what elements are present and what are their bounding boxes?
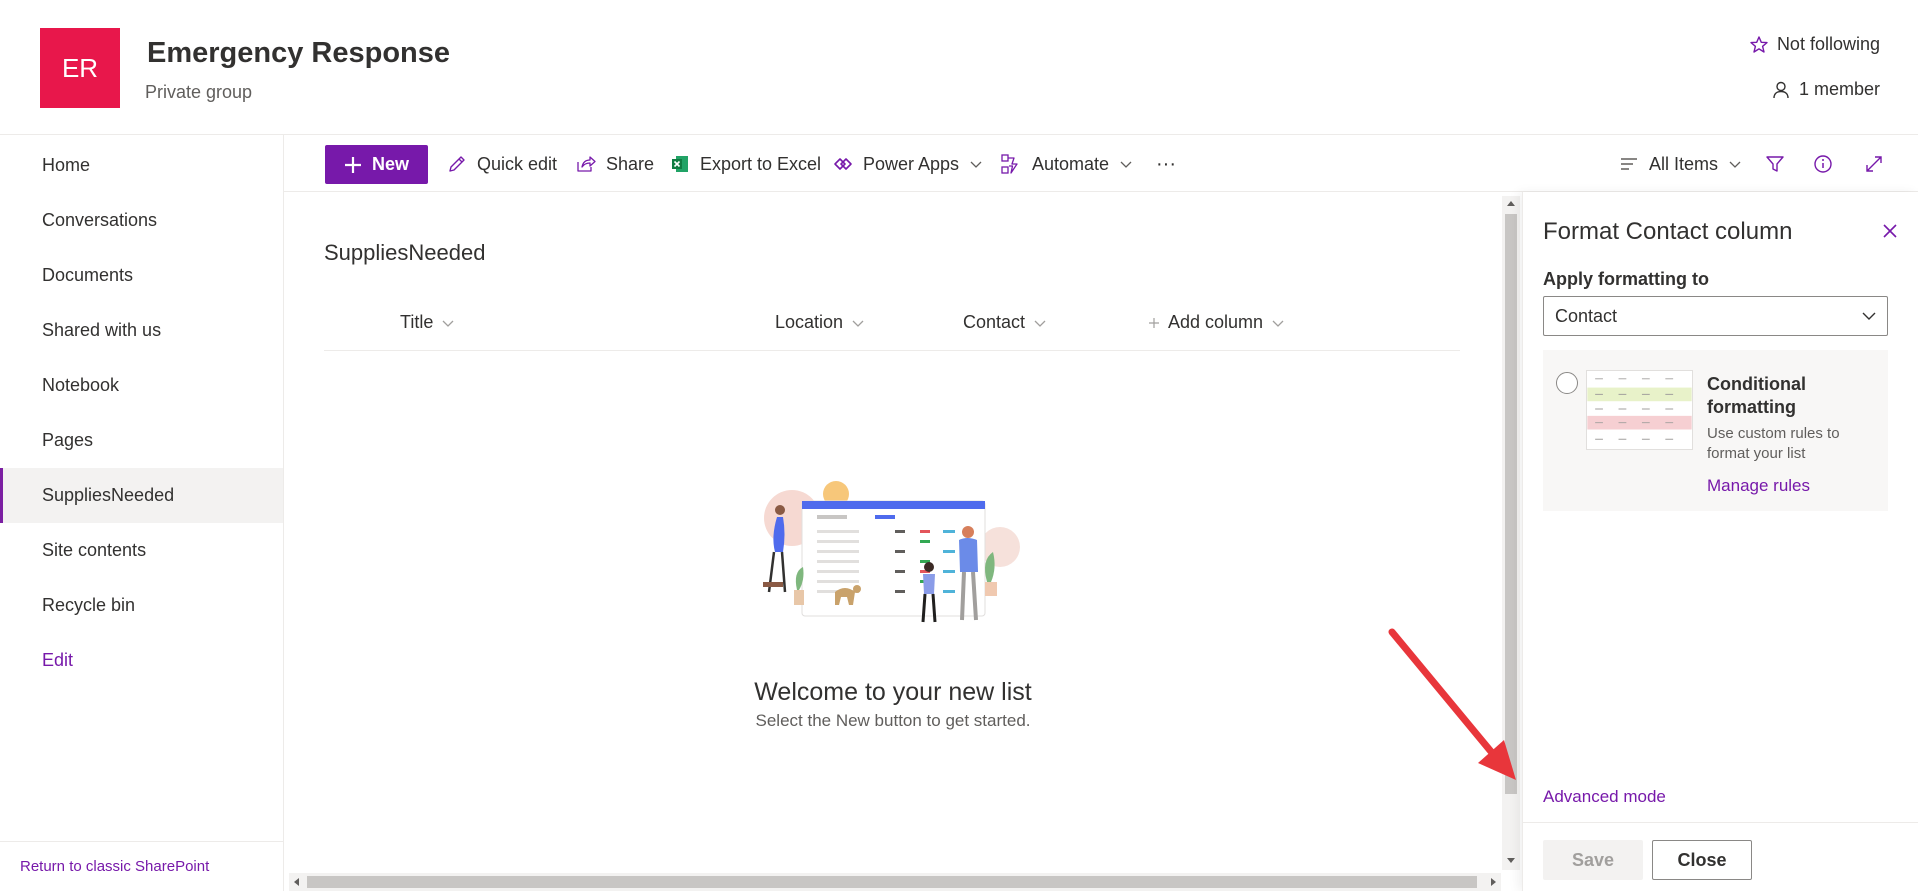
vertical-scrollbar[interactable] xyxy=(1502,196,1520,870)
nav-item-home[interactable]: Home xyxy=(0,138,283,193)
site-header: ER Emergency Response Private group Not … xyxy=(0,0,1918,135)
plus-icon xyxy=(344,156,362,174)
close-button[interactable]: Close xyxy=(1652,840,1752,880)
info-icon xyxy=(1813,154,1833,174)
export-label: Export to Excel xyxy=(700,153,822,174)
return-to-classic-link[interactable]: Return to classic SharePoint xyxy=(0,841,283,891)
members-button[interactable]: 1 member xyxy=(1771,79,1880,100)
scroll-down-arrow-icon[interactable] xyxy=(1506,855,1516,865)
filter-icon xyxy=(1765,154,1785,174)
chevron-down-icon xyxy=(1728,157,1742,171)
column-header-label: Title xyxy=(400,312,434,332)
power-apps-button[interactable]: Power Apps xyxy=(833,145,983,183)
star-icon xyxy=(1749,35,1769,55)
conditional-formatting-radio[interactable] xyxy=(1556,372,1578,394)
site-subtitle: Private group xyxy=(145,82,253,102)
scroll-up-arrow-icon[interactable] xyxy=(1506,199,1516,209)
quick-edit-label: Quick edit xyxy=(477,153,558,174)
nav-item-notebook[interactable]: Notebook xyxy=(0,358,283,413)
info-button[interactable] xyxy=(1813,145,1833,183)
add-column-label: Add column xyxy=(1168,312,1264,332)
column-header-label: Location xyxy=(775,312,844,332)
filter-button[interactable] xyxy=(1765,145,1785,183)
expand-button[interactable] xyxy=(1864,145,1884,183)
horizontal-scrollbar[interactable] xyxy=(289,873,1501,891)
person-icon xyxy=(1771,80,1791,100)
nav-item-site-contents[interactable]: Site contents xyxy=(0,523,283,578)
format-column-panel: Format Contact column Apply formatting t… xyxy=(1522,192,1918,891)
nav-item-recycle-bin[interactable]: Recycle bin xyxy=(0,578,283,633)
column-header-label: Contact xyxy=(963,312,1026,332)
more-actions-button[interactable]: ··· xyxy=(1156,145,1176,183)
horizontal-scrollbar-thumb[interactable] xyxy=(307,876,1477,888)
plus-icon xyxy=(1148,317,1160,329)
site-logo[interactable]: ER xyxy=(40,28,120,108)
empty-state-subtitle: Select the New button to get started. xyxy=(755,711,1031,730)
list-view-icon xyxy=(1619,154,1639,174)
scroll-left-arrow-icon[interactable] xyxy=(292,877,302,887)
left-navigation: Home Conversations Documents Shared with… xyxy=(0,135,284,891)
column-header-location[interactable]: Location xyxy=(775,312,865,333)
empty-list-illustration xyxy=(763,481,1020,623)
apply-formatting-dropdown[interactable]: Contact xyxy=(1543,296,1888,336)
chevron-down-icon xyxy=(1033,316,1047,330)
share-button[interactable]: Share xyxy=(576,145,654,183)
more-icon: ··· xyxy=(1156,152,1176,175)
panel-footer-divider xyxy=(1523,822,1918,823)
vertical-scrollbar-thumb[interactable] xyxy=(1505,214,1517,794)
conditional-formatting-option[interactable]: Conditional formatting Use custom rules … xyxy=(1543,350,1888,511)
share-icon xyxy=(576,154,596,174)
chevron-down-icon xyxy=(969,157,983,171)
add-column-button[interactable]: Add column xyxy=(1148,312,1285,333)
excel-icon xyxy=(670,154,690,174)
list-title: SuppliesNeeded xyxy=(324,240,486,265)
view-switcher-button[interactable]: All Items xyxy=(1619,145,1742,183)
nav-item-conversations[interactable]: Conversations xyxy=(0,193,283,248)
scroll-right-arrow-icon[interactable] xyxy=(1488,877,1498,887)
column-header-contact[interactable]: Contact xyxy=(963,312,1047,333)
dropdown-value: Contact xyxy=(1555,305,1618,326)
export-to-excel-button[interactable]: Export to Excel xyxy=(670,145,821,183)
conditional-formatting-description: Use custom rules to format your list xyxy=(1707,425,1840,462)
nav-edit-link[interactable]: Edit xyxy=(0,633,283,688)
empty-state-title: Welcome to your new list xyxy=(754,678,1032,706)
chevron-down-icon xyxy=(1119,157,1133,171)
pencil-icon xyxy=(447,154,467,174)
automate-icon xyxy=(1000,153,1022,175)
apply-formatting-label: Apply formatting to xyxy=(1543,269,1709,289)
power-apps-label: Power Apps xyxy=(863,153,960,174)
follow-button[interactable]: Not following xyxy=(1749,34,1880,55)
panel-title: Format Contact column xyxy=(1543,218,1793,245)
new-button[interactable]: New xyxy=(325,145,428,184)
column-header-title[interactable]: Title xyxy=(400,312,455,333)
column-header-divider xyxy=(324,350,1460,351)
close-icon xyxy=(1883,224,1897,238)
view-label: All Items xyxy=(1649,153,1719,174)
command-bar: New Quick edit Share Export to Excel Pow… xyxy=(284,135,1918,192)
manage-rules-link[interactable]: Manage rules xyxy=(1707,476,1810,496)
chevron-down-icon xyxy=(851,316,865,330)
conditional-formatting-preview xyxy=(1586,370,1693,450)
chevron-down-icon xyxy=(1271,316,1285,330)
save-button[interactable]: Save xyxy=(1543,840,1643,880)
automate-button[interactable]: Automate xyxy=(1000,145,1133,183)
power-apps-icon xyxy=(833,154,853,174)
automate-label: Automate xyxy=(1032,153,1110,174)
nav-item-pages[interactable]: Pages xyxy=(0,413,283,468)
new-label: New xyxy=(371,154,409,174)
nav-item-documents[interactable]: Documents xyxy=(0,248,283,303)
site-title[interactable]: Emergency Response xyxy=(147,37,450,70)
follow-label: Not following xyxy=(1776,34,1880,54)
quick-edit-button[interactable]: Quick edit xyxy=(447,145,557,183)
chevron-down-icon xyxy=(1861,308,1877,324)
nav-item-shared-with-us[interactable]: Shared with us xyxy=(0,303,283,358)
chevron-down-icon xyxy=(441,316,455,330)
expand-icon xyxy=(1864,154,1884,174)
advanced-mode-link[interactable]: Advanced mode xyxy=(1543,787,1666,807)
nav-item-suppliesneeded[interactable]: SuppliesNeeded xyxy=(0,468,283,523)
share-label: Share xyxy=(606,153,655,174)
conditional-formatting-title: Conditional formatting xyxy=(1707,374,1806,417)
panel-close-button[interactable] xyxy=(1875,216,1905,246)
members-label: 1 member xyxy=(1798,79,1880,99)
